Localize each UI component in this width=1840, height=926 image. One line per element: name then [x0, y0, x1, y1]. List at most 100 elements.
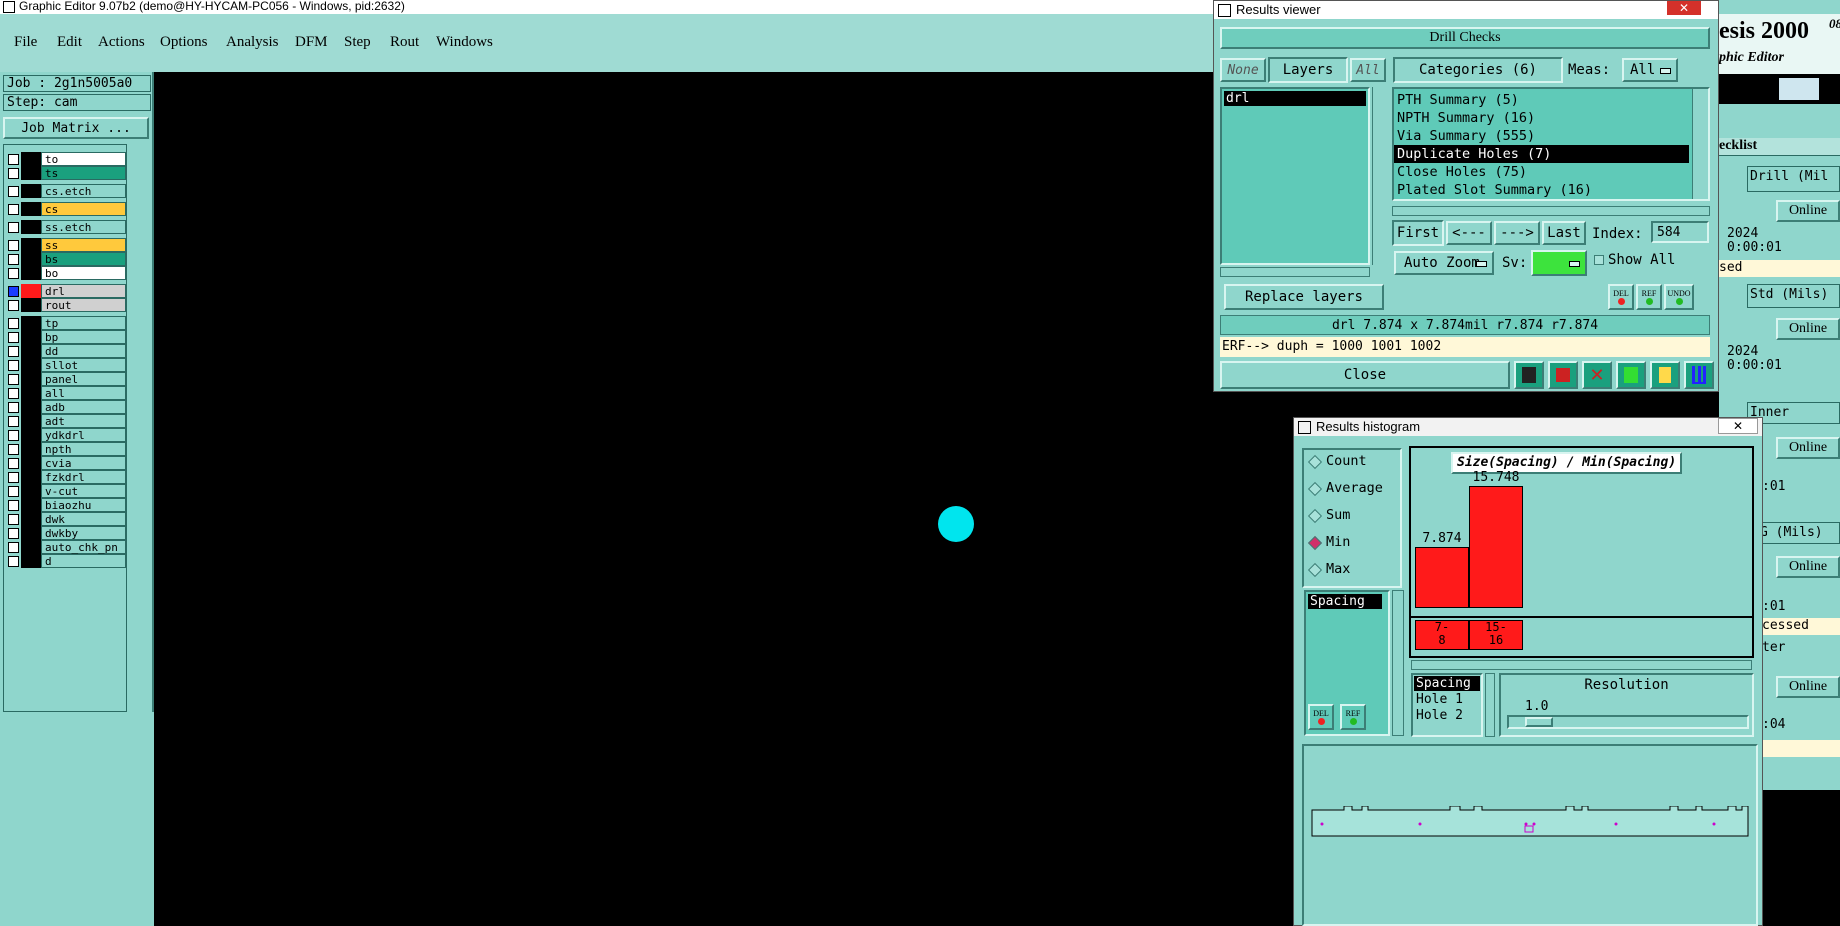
layer-checkbox[interactable]: [8, 416, 19, 427]
layer-row-bp[interactable]: bp: [5, 330, 126, 344]
layer-checkbox[interactable]: [8, 514, 19, 525]
layer-checkbox[interactable]: [8, 528, 19, 539]
layer-checkbox[interactable]: [8, 332, 19, 343]
layer-checkbox[interactable]: [8, 254, 19, 265]
prev-button[interactable]: <---: [1446, 221, 1492, 245]
bin-label[interactable]: 15- 16: [1469, 620, 1523, 650]
category-item[interactable]: NPTH Summary (16): [1394, 109, 1689, 127]
first-button[interactable]: First: [1392, 220, 1444, 246]
menu-options[interactable]: Options: [160, 34, 208, 51]
severity-select[interactable]: [1531, 250, 1587, 276]
last-button[interactable]: Last: [1542, 221, 1586, 245]
sort-item-spacing[interactable]: Spacing: [1414, 676, 1480, 691]
histogram-hscrollbar[interactable]: [1411, 660, 1752, 670]
tool-icon-1[interactable]: [1514, 361, 1544, 389]
layer-checkbox[interactable]: [8, 168, 19, 179]
categories-button[interactable]: Categories (6): [1393, 57, 1563, 83]
menu-rout[interactable]: Rout: [390, 34, 419, 51]
report-icon[interactable]: [1650, 361, 1680, 389]
menu-analysis[interactable]: Analysis: [226, 34, 279, 51]
layer-checkbox[interactable]: [8, 556, 19, 567]
layer-row-adb[interactable]: adb: [5, 400, 126, 414]
auto-zoom-select[interactable]: Auto Zoom: [1394, 251, 1494, 275]
next-button[interactable]: --->: [1494, 221, 1540, 245]
layer-checkbox[interactable]: [8, 286, 19, 297]
sort-item-hole1[interactable]: Hole 1: [1414, 692, 1480, 707]
tool-icon-4[interactable]: [1616, 361, 1646, 389]
category-item[interactable]: PTH Summary (5): [1394, 91, 1689, 109]
resolution-slider[interactable]: [1507, 715, 1749, 729]
categories-hscrollbar[interactable]: [1392, 206, 1710, 216]
menu-file[interactable]: File: [14, 34, 37, 51]
field-list-scrollbar[interactable]: [1392, 590, 1404, 736]
layer-checkbox[interactable]: [8, 240, 19, 251]
layer-checkbox[interactable]: [8, 204, 19, 215]
category-item[interactable]: Via Summary (555): [1394, 127, 1689, 145]
layer-row-dwkby[interactable]: dwkby: [5, 526, 126, 540]
bg-online-2[interactable]: Online: [1776, 318, 1840, 340]
layer-row-adt[interactable]: adt: [5, 414, 126, 428]
layers-button[interactable]: Layers: [1268, 57, 1348, 83]
sort-field-list[interactable]: Spacing Hole 1 Hole 2: [1411, 673, 1483, 737]
layer-checkbox[interactable]: [8, 388, 19, 399]
layer-checkbox[interactable]: [8, 186, 19, 197]
bg-online-5[interactable]: Online: [1776, 676, 1840, 698]
delete-all-icon[interactable]: ✕: [1582, 361, 1612, 389]
layer-row-rout[interactable]: rout: [5, 298, 126, 312]
graphic-canvas[interactable]: [154, 72, 1213, 926]
tool-icon-2[interactable]: [1548, 361, 1578, 389]
layer-checkbox[interactable]: [8, 458, 19, 469]
layer-row-ts[interactable]: ts: [5, 166, 126, 180]
close-button[interactable]: Close: [1220, 361, 1510, 389]
layer-row-biaozhu[interactable]: biaozhu: [5, 498, 126, 512]
layer-row-cvia[interactable]: cvia: [5, 456, 126, 470]
mode-radio-min[interactable]: Min: [1304, 531, 1400, 558]
layer-checkbox[interactable]: [8, 268, 19, 279]
hist-del-button[interactable]: DEL: [1308, 704, 1334, 730]
job-matrix-button[interactable]: Job Matrix ...: [3, 117, 149, 139]
category-item[interactable]: Close Holes (75): [1394, 163, 1689, 181]
hist-ref-button[interactable]: REF: [1340, 704, 1366, 730]
layer-checkbox[interactable]: [8, 500, 19, 511]
layer-row-bs[interactable]: bs: [5, 252, 126, 266]
board-preview[interactable]: [1302, 744, 1758, 926]
layer-row-v-cut[interactable]: v-cut: [5, 484, 126, 498]
layer-checkbox[interactable]: [8, 318, 19, 329]
replace-layers-button[interactable]: Replace layers: [1224, 284, 1384, 310]
layer-checkbox[interactable]: [8, 444, 19, 455]
category-item[interactable]: Plated Slot Summary (16): [1394, 181, 1689, 199]
categories-scrollbar[interactable]: [1692, 89, 1708, 199]
mode-radio-average[interactable]: Average: [1304, 477, 1400, 504]
show-all-checkbox[interactable]: [1594, 255, 1604, 265]
del-button[interactable]: DEL: [1608, 284, 1634, 310]
resolution-slider-thumb[interactable]: [1525, 717, 1553, 727]
category-item[interactable]: Duplicate Holes (7): [1394, 145, 1689, 163]
layer-row-fzkdrl[interactable]: fzkdrl: [5, 470, 126, 484]
layer-row-ss[interactable]: ss: [5, 238, 126, 252]
layer-results-item[interactable]: drl: [1224, 91, 1366, 106]
layer-list-hscrollbar[interactable]: [1220, 267, 1370, 277]
drill-hole-feature[interactable]: [938, 506, 974, 542]
layer-row-cs[interactable]: cs: [5, 202, 126, 216]
undo-button[interactable]: UNDO: [1664, 284, 1694, 310]
bg-online-1[interactable]: Online: [1776, 200, 1840, 222]
layer-checkbox[interactable]: [8, 360, 19, 371]
menu-edit[interactable]: Edit: [57, 34, 82, 51]
close-icon[interactable]: ✕: [1718, 418, 1758, 434]
layer-checkbox[interactable]: [8, 402, 19, 413]
bg-online-3[interactable]: Online: [1776, 437, 1840, 459]
layer-row-cs-etch[interactable]: cs.etch: [5, 184, 126, 198]
layer-checkbox[interactable]: [8, 374, 19, 385]
layer-row-ss-etch[interactable]: ss.etch: [5, 220, 126, 234]
sort-item-hole2[interactable]: Hole 2: [1414, 708, 1480, 723]
layer-row-to[interactable]: to: [5, 152, 126, 166]
mode-radio-max[interactable]: Max: [1304, 558, 1400, 585]
menu-step[interactable]: Step: [344, 34, 371, 51]
histogram-bar[interactable]: [1469, 486, 1523, 608]
layer-checkbox[interactable]: [8, 154, 19, 165]
layer-row-dwk[interactable]: dwk: [5, 512, 126, 526]
bg-online-4[interactable]: Online: [1776, 556, 1840, 578]
ref-button[interactable]: REF: [1636, 284, 1662, 310]
layer-row-d[interactable]: d: [5, 554, 126, 568]
histogram-bar[interactable]: [1415, 547, 1469, 608]
